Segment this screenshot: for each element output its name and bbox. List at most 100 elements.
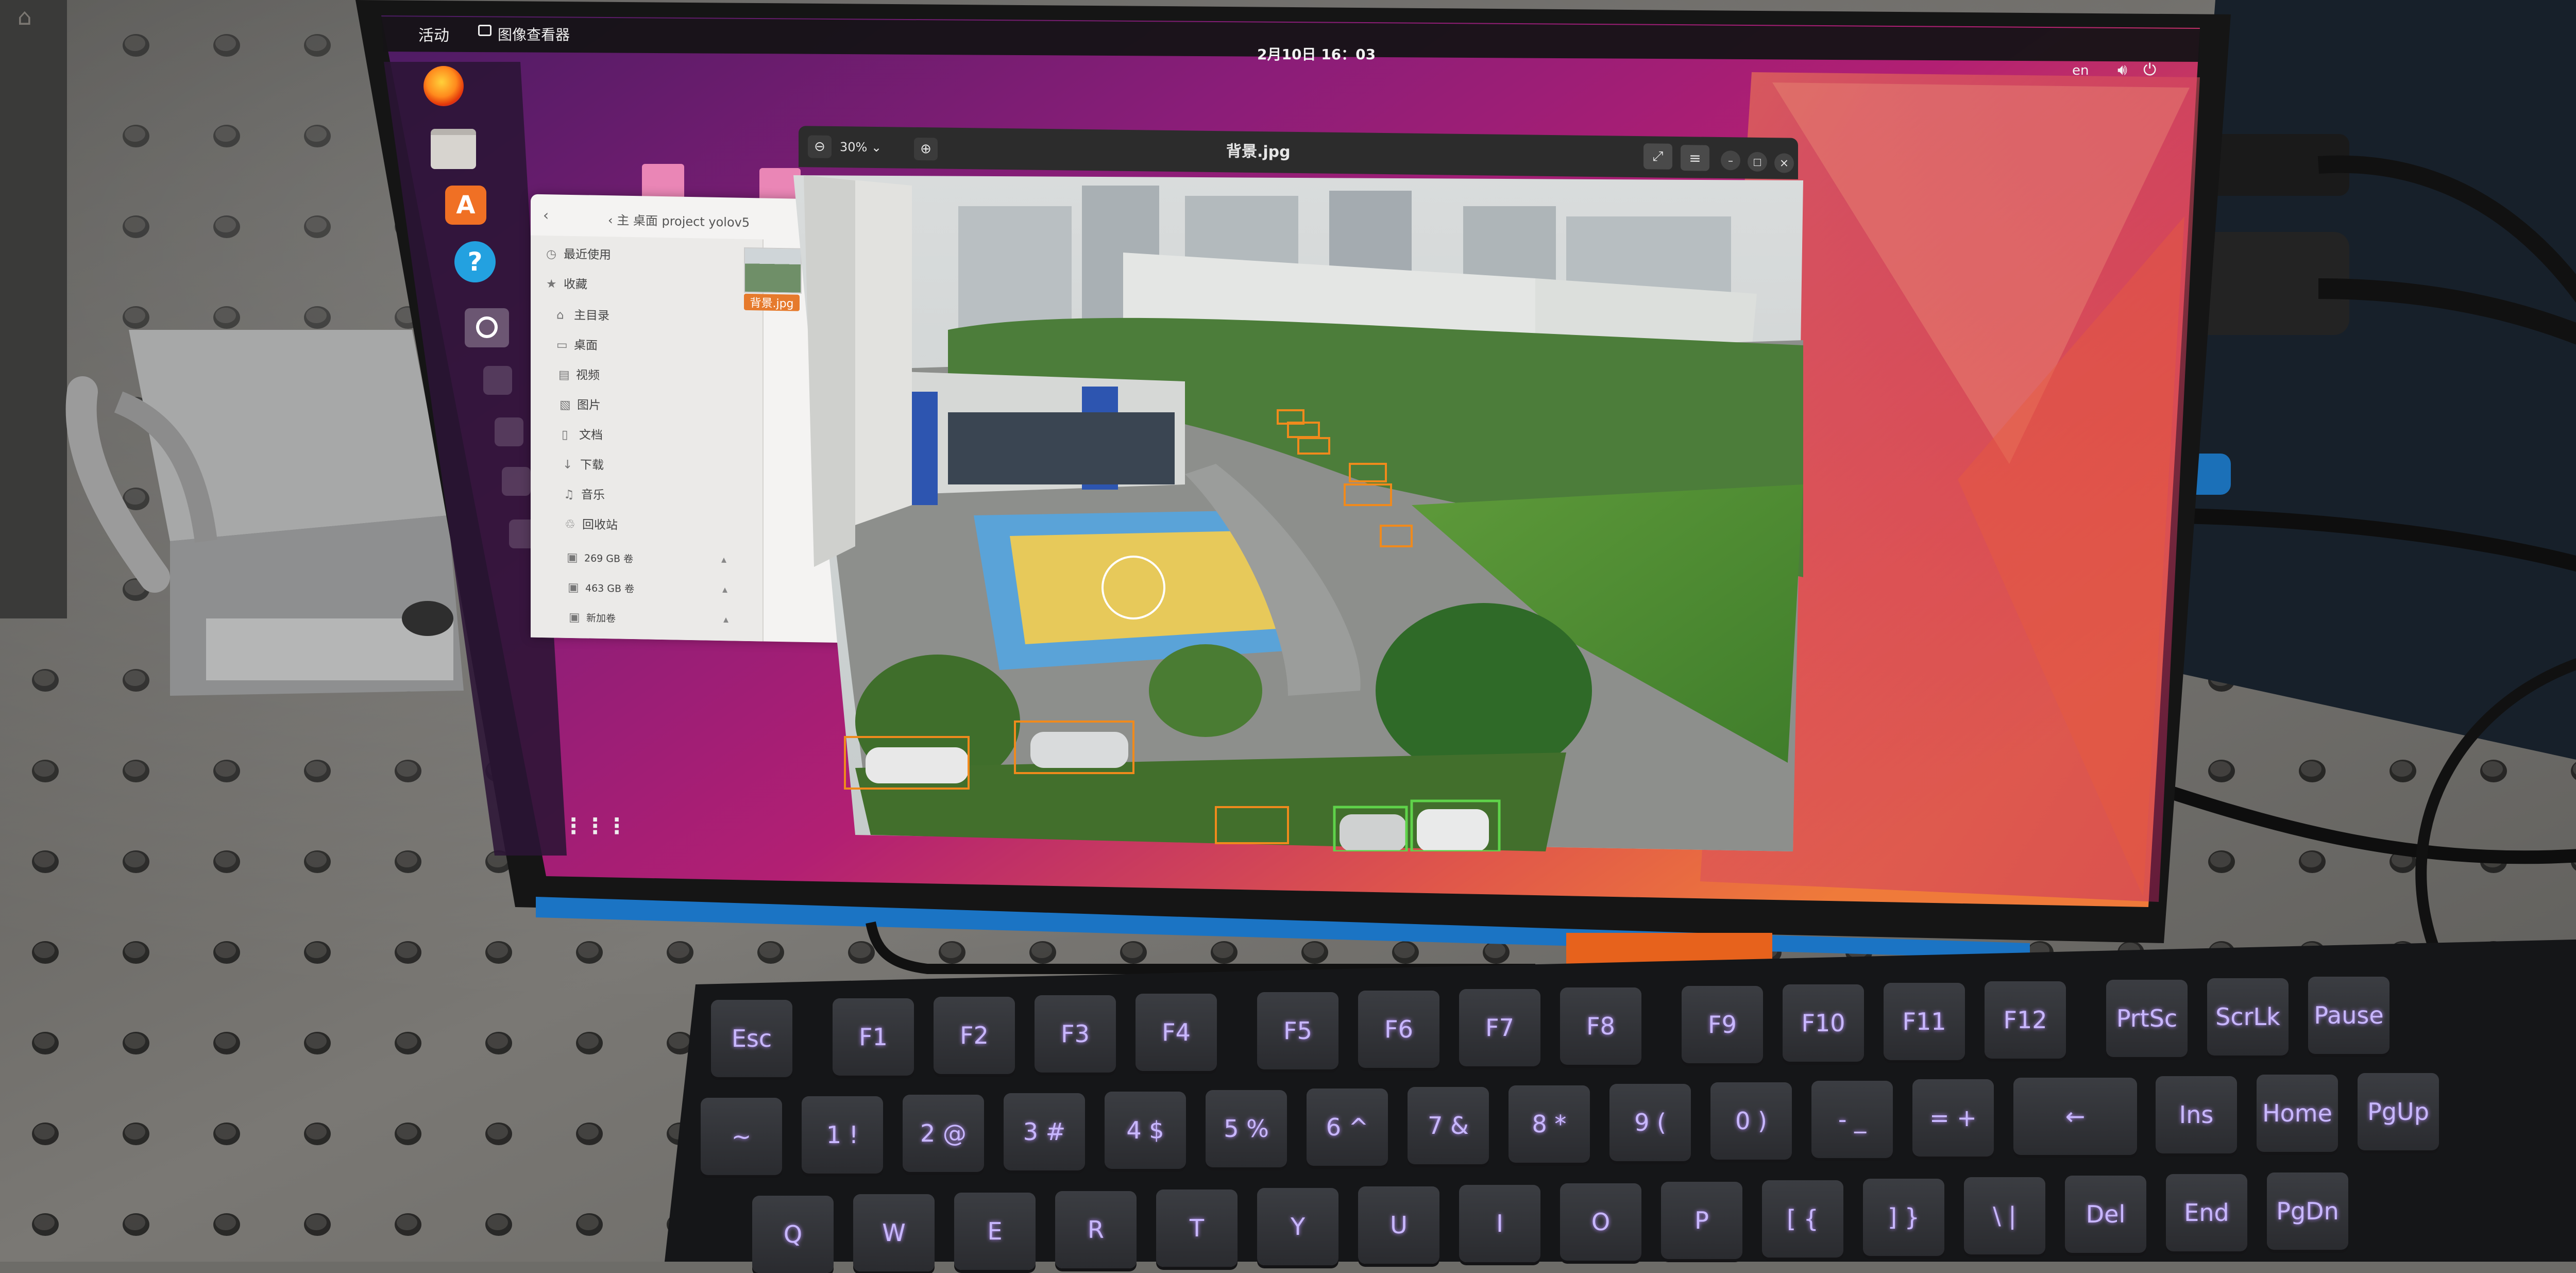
zoom-out-button[interactable]: ⊖	[808, 135, 832, 158]
sidebar-item-recent[interactable]: ◷ 最近使用	[546, 244, 611, 262]
input-language-indicator[interactable]: en	[2072, 63, 2089, 78]
key-row3-2: E	[954, 1193, 1036, 1270]
zoom-in-button[interactable]: ⊕	[914, 137, 938, 161]
file-item-background-jpg[interactable]: 背景.jpg	[744, 247, 802, 311]
clock-icon: ◷	[546, 247, 557, 261]
file-manager-sidebar: ◷ 最近使用 ★ 收藏 ⌂ 主目录 ▭ 桌面 ▤ 视频 ▧ 图片 ▯ 文档 ↓ 下载 ♫ 音乐 ♲…	[531, 235, 764, 642]
close-button[interactable]: ×	[1774, 153, 1794, 173]
sidebar-item-volume-463gb[interactable]: ▣ 463 GB 卷 ▴	[568, 580, 743, 597]
dock-placeholder-icon[interactable]	[502, 467, 531, 496]
key-row3-11: ] }	[1863, 1179, 1944, 1256]
main-menu-button[interactable]: ≡	[1681, 145, 1709, 171]
sidebar-item-label: 下载	[580, 458, 604, 473]
music-icon: ♫	[564, 488, 574, 502]
sidebar-item-desktop[interactable]: ▭ 桌面	[556, 334, 598, 353]
path-bar[interactable]: ‹ 主 桌面 project yolov5	[608, 210, 750, 230]
sidebar-item-label: 音乐	[581, 488, 605, 502]
document-icon: ▯	[562, 428, 568, 442]
video-icon: ▤	[558, 368, 570, 382]
sidebar-item-volume-269gb[interactable]: ▣ 269 GB 卷 ▴	[567, 550, 742, 567]
minimize-button[interactable]: –	[1721, 150, 1740, 171]
drive-icon: ▣	[567, 550, 578, 565]
key-row1-2: F2	[934, 997, 1015, 1074]
sidebar-item-starred[interactable]: ★ 收藏	[546, 274, 587, 292]
key-row1-11: F11	[1884, 983, 1965, 1060]
activities-button[interactable]: 活动	[418, 23, 449, 45]
image-viewer-window[interactable]: ⊖ 30% ⌄ ⊕ 背景.jpg ⤢ ≡ – □ ×	[793, 126, 1824, 853]
key-row1-10: F10	[1783, 984, 1864, 1062]
star-icon: ★	[546, 277, 557, 291]
volume-icon[interactable]: 🔊︎	[2117, 61, 2127, 79]
key-row2-15: Home	[2257, 1075, 2338, 1152]
sidebar-item-documents[interactable]: ▯ 文档	[562, 425, 603, 443]
key-row2-10: 0 )	[1710, 1082, 1792, 1160]
key-row2-6: 6 ^	[1307, 1088, 1388, 1166]
sidebar-item-pictures[interactable]: ▧ 图片	[560, 395, 601, 413]
eject-icon[interactable]: ▴	[723, 613, 728, 625]
key-row1-14: ScrLk	[2207, 978, 2289, 1056]
key-row3-10: [ {	[1762, 1180, 1843, 1258]
key-row2-13: ←	[2013, 1078, 2137, 1155]
help-icon[interactable]: ?	[454, 241, 496, 282]
sidebar-item-downloads[interactable]: ↓ 下载	[563, 455, 604, 473]
sidebar-item-videos[interactable]: ▤ 视频	[558, 365, 600, 383]
key-row3-1: W	[853, 1194, 935, 1271]
key-row2-0: ~	[701, 1098, 782, 1175]
sidebar-item-label: 269 GB 卷	[584, 552, 634, 565]
folder-icon[interactable]	[431, 129, 476, 169]
eject-icon[interactable]: ▴	[722, 583, 727, 595]
sidebar-item-home[interactable]: ⌂ 主目录	[556, 305, 609, 323]
displayed-image	[793, 175, 1803, 851]
key-row3-15: PgDn	[2267, 1172, 2348, 1250]
key-row2-1: 1 !	[802, 1096, 883, 1174]
sidebar-item-new-volume[interactable]: ▣ 新加卷 ▴	[569, 610, 744, 627]
key-row3-9: P	[1661, 1182, 1742, 1259]
key-row2-14: Ins	[2156, 1076, 2237, 1153]
fullscreen-button[interactable]: ⤢	[1643, 143, 1672, 170]
key-row2-12: = +	[1912, 1079, 1994, 1157]
maximize-button[interactable]: □	[1748, 152, 1767, 172]
key-row2-16: PgUp	[2358, 1073, 2439, 1150]
sidebar-item-trash[interactable]: ♲ 回收站	[565, 514, 618, 533]
key-row2-3: 3 #	[1004, 1093, 1085, 1170]
key-row3-14: End	[2166, 1174, 2247, 1251]
key-row3-8: O	[1560, 1183, 1641, 1261]
power-icon[interactable]: ⏻	[2143, 60, 2156, 80]
show-apps-grid-icon[interactable]: ⋮⋮⋮	[563, 813, 628, 839]
key-row3-5: Y	[1257, 1188, 1338, 1265]
key-row1-12: F12	[1985, 981, 2066, 1059]
dock-placeholder-icon[interactable]	[495, 417, 523, 446]
app-menu-label[interactable]: 图像查看器	[498, 24, 570, 44]
key-row2-2: 2 @	[903, 1095, 984, 1172]
picture-icon: ▧	[560, 398, 571, 412]
physical-keyboard: Esc F1 F2 F3 F4 F5 F6 F7 F8 F9 F10 F11 F12 PrtSc ScrLk…	[670, 959, 2576, 1273]
dock-placeholder-icon[interactable]	[483, 366, 512, 395]
firefox-icon[interactable]	[423, 66, 464, 106]
image-viewer-app-icon	[478, 25, 492, 36]
zoom-level-dropdown[interactable]: 30% ⌄	[840, 137, 882, 158]
app-store-icon[interactable]: A	[445, 186, 486, 225]
key-row2-9: 9 (	[1609, 1084, 1691, 1161]
drive-icon: ▣	[569, 610, 580, 625]
viewer-headerbar: ⊖ 30% ⌄ ⊕ 背景.jpg ⤢ ≡ – □ ×	[799, 126, 1798, 179]
home-icon: ⌂	[556, 308, 564, 322]
key-row2-5: 5 %	[1206, 1090, 1287, 1167]
desktop-folder-icon[interactable]	[642, 164, 684, 200]
key-row1-6: F6	[1358, 991, 1439, 1068]
clock[interactable]: 2月10日 16：03	[1257, 43, 1376, 64]
sidebar-item-label: 收藏	[564, 277, 587, 292]
window-title: 背景.jpg	[1226, 142, 1291, 161]
key-row3-6: U	[1358, 1186, 1439, 1264]
file-name-label: 背景.jpg	[744, 293, 800, 311]
magnifier-icon[interactable]	[465, 308, 509, 347]
sidebar-item-music[interactable]: ♫ 音乐	[564, 484, 605, 502]
trash-icon: ♲	[565, 517, 575, 532]
back-button[interactable]: ‹	[543, 207, 549, 224]
key-row1-15: Pause	[2308, 977, 2389, 1054]
key-row2-7: 7 &	[1408, 1087, 1489, 1164]
key-row1-3: F3	[1035, 995, 1116, 1073]
key-row1-5: F5	[1257, 992, 1338, 1069]
key-row2-4: 4 $	[1105, 1092, 1186, 1169]
sidebar-item-label: 文档	[579, 428, 603, 443]
eject-icon[interactable]: ▴	[721, 553, 726, 565]
